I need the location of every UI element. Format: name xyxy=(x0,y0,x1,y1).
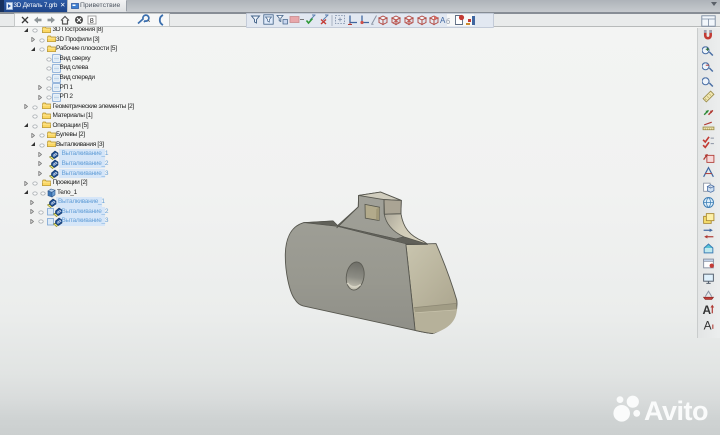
svg-text:A: A xyxy=(704,318,712,331)
svg-text:A: A xyxy=(703,303,712,316)
svg-text:Avito: Avito xyxy=(644,396,708,426)
svg-text:б: б xyxy=(446,18,450,26)
svg-text:8: 8 xyxy=(90,16,94,25)
